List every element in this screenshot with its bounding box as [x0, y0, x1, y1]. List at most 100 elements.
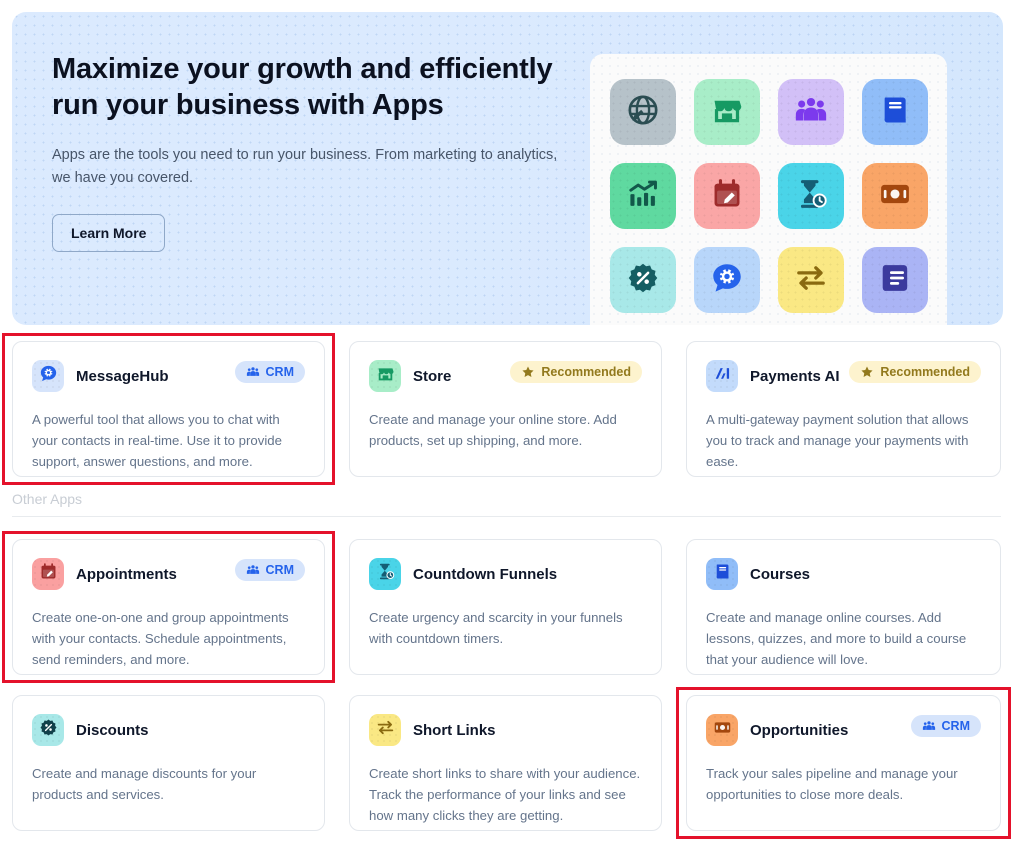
app-name: Opportunities — [750, 721, 849, 739]
hero-tile-hourglass-timer-icon — [777, 163, 844, 229]
app-description: Track your sales pipeline and manage you… — [706, 766, 958, 802]
status-badge: CRM — [910, 715, 981, 737]
app-card-cell: Discounts Create and manage discounts fo… — [0, 685, 337, 841]
app-card[interactable]: Courses Create and manage online courses… — [686, 539, 1001, 675]
app-card[interactable]: Short Links Create short links to share … — [349, 695, 662, 831]
app-card-header: Short Links — [369, 714, 642, 746]
status-badge: CRM — [234, 559, 305, 581]
app-card-cell: Countdown Funnels Create urgency and sca… — [337, 529, 674, 685]
app-name: Payments AI — [750, 367, 840, 385]
featured-apps-row: MessageHub CRM A powerful tool that allo… — [0, 331, 1013, 487]
app-name: Countdown Funnels — [413, 565, 558, 583]
app-icon-wrapper — [706, 360, 738, 392]
status-badge: Recommended — [510, 361, 642, 383]
chat-gear-icon — [39, 364, 58, 388]
learn-more-button[interactable]: Learn More — [52, 213, 166, 252]
hero-tile-globe-icon — [609, 79, 676, 145]
hero-icon-panel — [590, 54, 947, 325]
hero-tile-calendar-edit-icon — [693, 163, 760, 229]
transfer-icon — [794, 261, 828, 300]
hero-tile-people-icon — [777, 79, 844, 145]
app-card-header: Discounts — [32, 714, 305, 746]
app-card[interactable]: MessageHub CRM A powerful tool that allo… — [12, 341, 325, 477]
crm-people-icon — [246, 563, 260, 577]
app-name: Store — [413, 367, 452, 385]
app-description: Create and manage discounts for your pro… — [32, 766, 257, 802]
chat-gear-icon — [710, 261, 744, 300]
app-card-cell: Appointments CRM Create one-on-one and g… — [0, 529, 337, 685]
hero-tile-discount-icon — [609, 247, 676, 313]
app-description: Create and manage online courses. Add le… — [706, 610, 967, 667]
app-icon-wrapper — [706, 714, 738, 746]
app-card-cell: Store Recommended Create and manage your… — [337, 331, 674, 487]
hero-tile-store-icon — [693, 79, 760, 145]
app-description: A powerful tool that allows you to chat … — [32, 412, 282, 469]
app-icon-wrapper — [369, 360, 401, 392]
hourglass-timer-icon — [794, 177, 828, 216]
section-divider — [12, 516, 1001, 517]
app-icon-wrapper — [369, 558, 401, 590]
analytics-icon — [626, 177, 660, 216]
hero-tile-book-icon — [861, 79, 928, 145]
app-card-header: Countdown Funnels — [369, 558, 642, 590]
hero-tile-chat-gear-icon — [693, 247, 760, 313]
app-card[interactable]: Appointments CRM Create one-on-one and g… — [12, 539, 325, 675]
app-card-cell: Short Links Create short links to share … — [337, 685, 674, 841]
discount-icon — [626, 261, 660, 300]
other-apps-row-1: Appointments CRM Create one-on-one and g… — [0, 529, 1013, 685]
app-description: Create and manage your online store. Add… — [369, 412, 617, 448]
app-description: Create one-on-one and group appointments… — [32, 610, 289, 667]
app-card[interactable]: Countdown Funnels Create urgency and sca… — [349, 539, 662, 675]
app-card-cell: MessageHub CRM A powerful tool that allo… — [0, 331, 337, 487]
people-icon — [794, 93, 828, 132]
app-description: Create short links to share with your au… — [369, 766, 641, 823]
other-apps-section-header: Other Apps — [0, 491, 1013, 517]
other-apps-row-2: Discounts Create and manage discounts fo… — [0, 685, 1013, 841]
hourglass-timer-icon — [376, 562, 395, 586]
hero-banner: Maximize your growth and efficiently run… — [12, 12, 1003, 325]
status-badge-label: CRM — [265, 365, 294, 379]
page-title: Maximize your growth and efficiently run… — [52, 53, 553, 121]
apps-grid: MessageHub CRM A powerful tool that allo… — [0, 331, 1013, 841]
status-badge-label: CRM — [941, 719, 970, 733]
recommended-star-icon — [521, 365, 535, 379]
status-badge: Recommended — [849, 361, 981, 383]
app-card-cell: Payments AI Recommended A multi-gateway … — [674, 331, 1013, 487]
hero-tile-transfer-icon — [777, 247, 844, 313]
globe-icon — [626, 93, 660, 132]
crm-people-icon — [246, 365, 260, 379]
app-card[interactable]: Store Recommended Create and manage your… — [349, 341, 662, 477]
app-name: Courses — [750, 565, 811, 583]
hero-subtitle: Apps are the tools you need to run your … — [52, 146, 558, 187]
app-icon-wrapper — [369, 714, 401, 746]
app-card-header: Courses — [706, 558, 981, 590]
book-icon — [713, 562, 732, 586]
apps-marketplace-page: Maximize your growth and efficiently run… — [0, 0, 1013, 841]
app-card[interactable]: Payments AI Recommended A multi-gateway … — [686, 341, 1001, 477]
app-icon-wrapper — [32, 360, 64, 392]
app-description: Create urgency and scarcity in your funn… — [369, 610, 623, 646]
hero-tile-list-icon — [861, 247, 928, 313]
discount-icon — [39, 718, 58, 742]
app-name: Discounts — [76, 721, 149, 739]
app-name: MessageHub — [76, 367, 169, 385]
transfer-icon — [376, 718, 395, 742]
recommended-star-icon — [860, 365, 874, 379]
money-icon — [878, 177, 912, 216]
app-description: A multi-gateway payment solution that al… — [706, 412, 969, 469]
money-icon — [713, 718, 732, 742]
crm-people-icon — [922, 719, 936, 733]
ai-logo-icon — [713, 364, 732, 388]
calendar-edit-icon — [710, 177, 744, 216]
status-badge: CRM — [234, 361, 305, 383]
app-card[interactable]: Opportunities CRM Track your sales pipel… — [686, 695, 1001, 831]
section-title: Other Apps — [12, 491, 83, 507]
status-badge-label: Recommended — [880, 365, 970, 379]
hero-tile-money-icon — [861, 163, 928, 229]
hero-text-block: Maximize your growth and efficiently run… — [52, 52, 577, 252]
store-icon — [710, 93, 744, 132]
hero-icon-grid — [609, 72, 928, 313]
app-name: Appointments — [76, 565, 177, 583]
book-icon — [878, 93, 912, 132]
app-card[interactable]: Discounts Create and manage discounts fo… — [12, 695, 325, 831]
